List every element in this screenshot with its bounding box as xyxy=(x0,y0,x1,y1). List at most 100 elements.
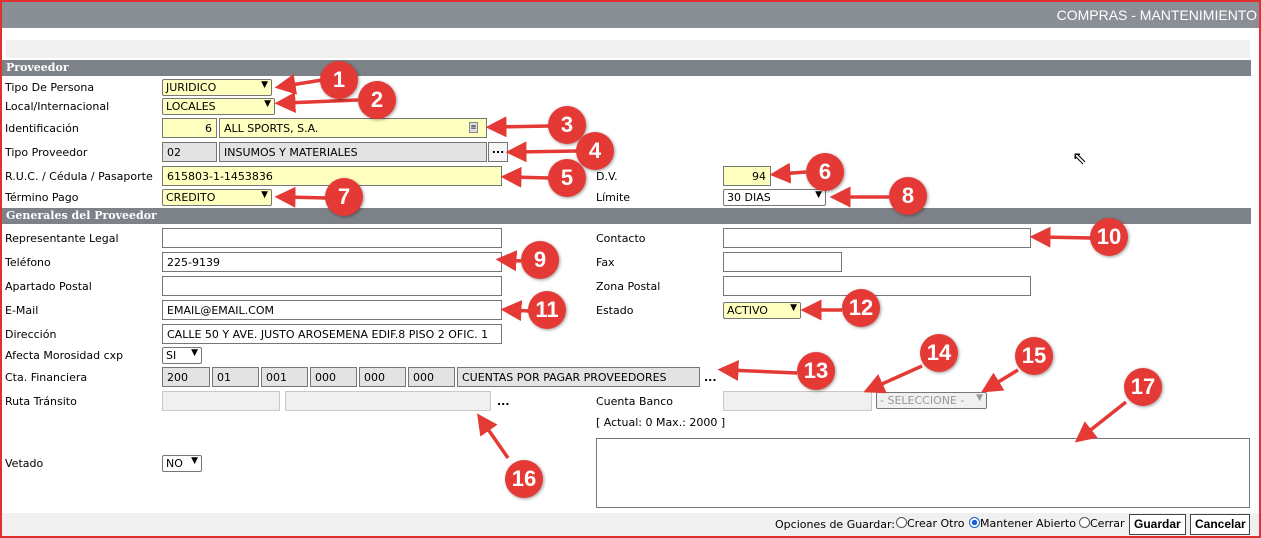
toolbar-strip xyxy=(6,40,1250,58)
ruc-label: R.U.C. / Cédula / Pasaporte xyxy=(5,170,153,183)
limite-label: Límite xyxy=(596,191,631,204)
local-internacional-value: LOCALES xyxy=(166,100,216,113)
radio-crear-otro[interactable] xyxy=(896,517,907,528)
direccion-input[interactable]: CALLE 50 Y AVE. JUSTO AROSEMENA EDIF.8 P… xyxy=(162,324,502,344)
morosidad-value: SI xyxy=(166,349,177,362)
ruta-transito-name-input[interactable] xyxy=(285,391,491,411)
zona-postal-label: Zona Postal xyxy=(596,280,661,293)
telefono-input[interactable]: 225-9139 xyxy=(162,252,502,272)
morosidad-select[interactable]: SI ▼ xyxy=(162,347,202,364)
termino-pago-label: Término Pago xyxy=(5,191,79,204)
cta-lookup-button[interactable]: ... xyxy=(704,371,717,384)
annotation-badge-9: 9 xyxy=(521,241,559,279)
annotation-badge-14: 14 xyxy=(920,334,958,372)
local-internacional-select[interactable]: LOCALES ▼ xyxy=(162,98,275,115)
section-generales: Generales del Proveedor xyxy=(2,208,1251,224)
chevron-down-icon: ▼ xyxy=(261,190,268,200)
annotation-badge-5: 5 xyxy=(548,159,586,197)
cuenta-banco-input[interactable] xyxy=(723,391,872,411)
cta-segment-4[interactable]: 000 xyxy=(310,367,357,387)
ruta-transito-label: Ruta Tránsito xyxy=(5,395,77,408)
tipo-persona-label: Tipo De Persona xyxy=(5,81,95,94)
limite-value: 30 DIAS xyxy=(727,191,771,204)
cta-name-input[interactable]: CUENTAS POR PAGAR PROVEEDORES xyxy=(457,367,700,387)
local-internacional-label: Local/Internacional xyxy=(5,100,110,113)
annotation-badge-11: 11 xyxy=(528,291,566,329)
fax-input[interactable] xyxy=(723,252,842,272)
cuenta-banco-label: Cuenta Banco xyxy=(596,395,673,408)
cta-segment-6[interactable]: 000 xyxy=(408,367,455,387)
option-crear-otro-label: Crear Otro xyxy=(907,517,965,530)
chevron-down-icon: ▼ xyxy=(790,303,797,313)
annotation-badge-15: 15 xyxy=(1015,337,1053,375)
guardar-button[interactable]: Guardar xyxy=(1129,514,1186,535)
zona-postal-input[interactable] xyxy=(723,276,1031,296)
save-options-label: Opciones de Guardar: xyxy=(775,518,896,531)
termino-pago-select[interactable]: CREDITO ▼ xyxy=(162,189,272,206)
dv-input[interactable]: 94 xyxy=(723,166,771,186)
vetado-label: Vetado xyxy=(5,457,44,470)
mouse-cursor-icon: ⇖ xyxy=(1072,148,1088,169)
tipo-persona-value: JURIDICO xyxy=(166,81,217,94)
fax-label: Fax xyxy=(596,256,615,269)
option-mantener-abierto[interactable]: Mantener Abierto xyxy=(969,517,1076,530)
estado-label: Estado xyxy=(596,304,634,317)
notes-textarea[interactable] xyxy=(596,438,1250,508)
identificacion-name-input[interactable]: ALL SPORTS, S.A. xyxy=(219,118,487,138)
limite-select[interactable]: 30 DIAS ▼ xyxy=(723,189,826,206)
tipo-proveedor-lookup-button[interactable]: ... xyxy=(488,142,508,162)
termino-pago-value: CREDITO xyxy=(166,191,216,204)
identificacion-name: ALL SPORTS, S.A. xyxy=(224,122,319,135)
email-input[interactable]: EMAIL@EMAIL.COM xyxy=(162,300,502,320)
vetado-value: NO xyxy=(166,457,183,470)
cancelar-button[interactable]: Cancelar xyxy=(1190,514,1250,535)
identificacion-label: Identificación xyxy=(5,122,79,135)
estado-value: ACTIVO xyxy=(727,304,768,317)
chevron-down-icon: ▼ xyxy=(976,393,983,403)
option-crear-otro[interactable]: Crear Otro xyxy=(896,517,964,530)
cuenta-banco-select[interactable]: - SELECCIONE - ▼ xyxy=(876,392,987,409)
annotation-badge-17: 17 xyxy=(1124,368,1162,406)
apartado-label: Apartado Postal xyxy=(5,280,92,293)
cta-segment-5[interactable]: 000 xyxy=(359,367,406,387)
annotation-badge-6: 6 xyxy=(806,153,844,191)
annotation-badge-2: 2 xyxy=(358,81,396,119)
representante-input[interactable] xyxy=(162,228,502,248)
title-bar: COMPRAS - MANTENIMIENTO xyxy=(2,2,1259,28)
ruta-transito-code-input[interactable] xyxy=(162,391,280,411)
contacto-input[interactable] xyxy=(723,228,1031,248)
char-counter: [ Actual: 0 Max.: 2000 ] xyxy=(596,416,726,429)
cta-segment-1[interactable]: 200 xyxy=(162,367,210,387)
annotation-badge-4: 4 xyxy=(576,132,614,170)
morosidad-label: Afecta Morosidad cxp xyxy=(5,349,124,362)
tipo-proveedor-label: Tipo Proveedor xyxy=(5,146,88,159)
option-cerrar[interactable]: Cerrar xyxy=(1079,517,1125,530)
radio-mantener-abierto[interactable] xyxy=(969,517,980,528)
cta-segment-3[interactable]: 001 xyxy=(261,367,308,387)
tipo-proveedor-code-input[interactable]: 02 xyxy=(162,142,217,162)
annotation-badge-16: 16 xyxy=(505,460,543,498)
ruta-lookup-button[interactable]: ... xyxy=(497,395,510,408)
tipo-proveedor-name-input[interactable]: INSUMOS Y MATERIALES xyxy=(219,142,487,162)
section-proveedor: Proveedor xyxy=(2,60,1251,76)
window-title: COMPRAS - MANTENIMIENTO xyxy=(1056,7,1257,23)
identificacion-code-input[interactable]: 6 xyxy=(162,118,217,138)
email-label: E-Mail xyxy=(5,304,39,317)
estado-select[interactable]: ACTIVO ▼ xyxy=(723,302,801,319)
annotation-badge-10: 10 xyxy=(1090,218,1128,256)
cuenta-banco-select-value: - SELECCIONE - xyxy=(880,394,965,407)
cta-segment-2[interactable]: 01 xyxy=(212,367,259,387)
chevron-down-icon: ▼ xyxy=(191,456,198,466)
direccion-label: Dirección xyxy=(5,328,57,341)
tipo-persona-select[interactable]: JURIDICO ▼ xyxy=(162,79,272,96)
radio-cerrar[interactable] xyxy=(1079,517,1090,528)
chevron-down-icon: ▼ xyxy=(261,80,268,90)
annotation-badge-1: 1 xyxy=(320,61,358,99)
contact-card-icon[interactable]: ≡ xyxy=(469,122,478,133)
telefono-label: Teléfono xyxy=(5,256,51,269)
vetado-select[interactable]: NO ▼ xyxy=(162,455,202,472)
option-mantener-abierto-label: Mantener Abierto xyxy=(980,517,1076,530)
cta-financiera-label: Cta. Financiera xyxy=(5,371,88,384)
apartado-input[interactable] xyxy=(162,276,502,296)
dv-label: D.V. xyxy=(596,170,618,183)
